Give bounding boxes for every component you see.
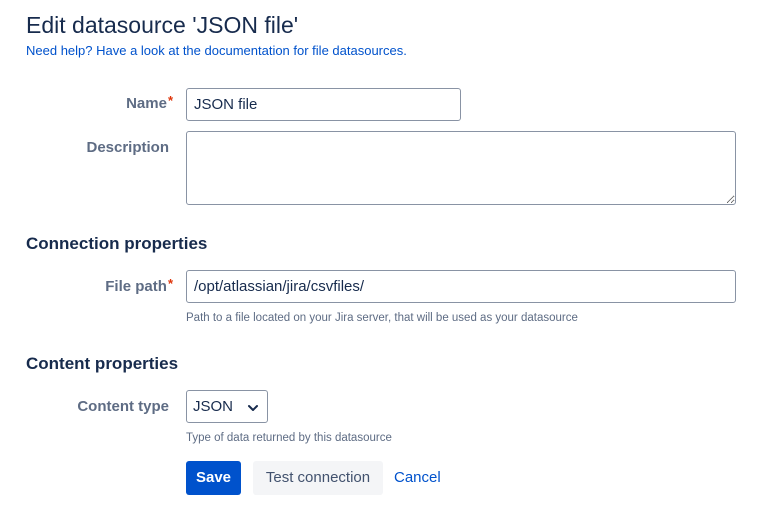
content-type-hint: Type of data returned by this datasource <box>186 432 392 444</box>
name-label: Name* <box>126 93 173 112</box>
save-button[interactable]: Save <box>186 461 241 495</box>
file-path-input[interactable] <box>186 270 736 303</box>
chevron-down-icon <box>247 401 259 413</box>
content-type-selected-value: JSON <box>193 398 234 415</box>
file-path-hint: Path to a file located on your Jira serv… <box>186 312 578 324</box>
description-label: Description <box>86 139 169 156</box>
file-path-required-marker: * <box>167 276 173 291</box>
documentation-help-link[interactable]: Need help? Have a look at the documentat… <box>26 43 407 58</box>
file-path-label: File path* <box>105 276 173 295</box>
name-label-text: Name <box>126 95 167 112</box>
description-textarea[interactable] <box>186 131 736 205</box>
content-type-label: Content type <box>77 398 169 415</box>
name-input[interactable] <box>186 88 461 121</box>
name-required-marker: * <box>167 93 173 108</box>
cancel-button[interactable]: Cancel <box>384 461 451 495</box>
connection-properties-heading: Connection properties <box>26 234 208 253</box>
edit-datasource-page: Edit datasource 'JSON file' Need help? H… <box>0 0 758 519</box>
test-connection-button[interactable]: Test connection <box>253 461 383 495</box>
content-type-select[interactable]: JSON <box>186 390 268 423</box>
content-properties-heading: Content properties <box>26 354 179 373</box>
file-path-label-text: File path <box>105 278 167 295</box>
page-title: Edit datasource 'JSON file' <box>26 12 299 38</box>
